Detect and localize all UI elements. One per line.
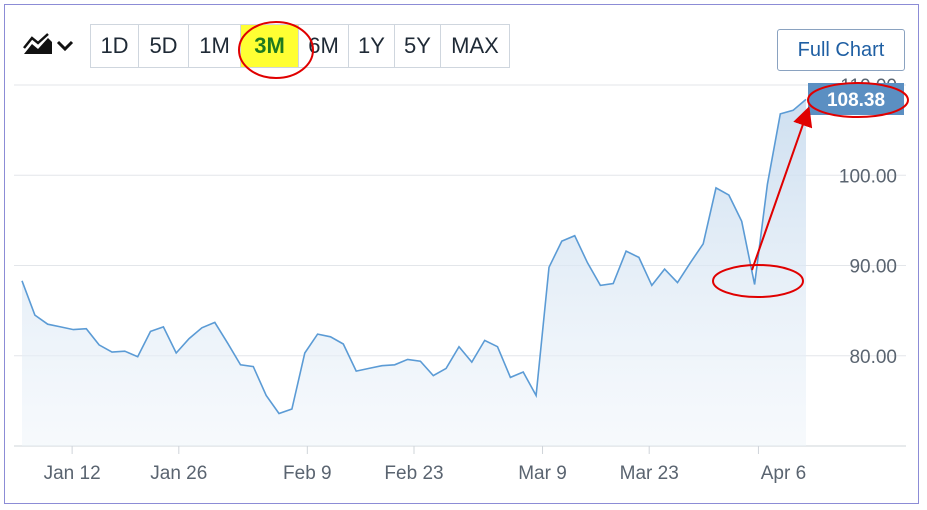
full-chart-button[interactable]: Full Chart (777, 29, 905, 71)
chevron-down-icon (56, 40, 74, 52)
y-axis-ticks: 80.0090.00100.00110.00 (839, 76, 897, 368)
range-button-max[interactable]: MAX (441, 25, 509, 67)
y-tick-label: 90.00 (849, 257, 897, 278)
chart-type-selector[interactable] (22, 32, 78, 60)
x-tick-label: Apr 6 (761, 463, 806, 484)
range-button-1d[interactable]: 1D (91, 25, 139, 67)
range-button-6m[interactable]: 6M (299, 25, 349, 67)
price-area-fill (22, 99, 806, 447)
y-tick-label: 100.00 (839, 166, 897, 187)
x-axis-ticks: Jan 12 Jan 26 Feb 9 Feb 23 Mar 9 Mar 23 Apr 6 (44, 446, 806, 484)
x-tick-label: Feb 23 (384, 463, 443, 484)
range-button-1y[interactable]: 1Y (349, 25, 395, 67)
x-tick-label: Mar 9 (518, 463, 567, 484)
range-button-5y[interactable]: 5Y (395, 25, 441, 67)
x-tick-label: Feb 9 (283, 463, 332, 484)
x-tick-label: Jan 12 (44, 463, 101, 484)
range-button-5d[interactable]: 5D (139, 25, 189, 67)
y-tick-label: 80.00 (849, 347, 897, 368)
last-price-label: 108.38 (827, 90, 885, 111)
range-button-1m[interactable]: 1M (189, 25, 241, 67)
price-chart: 80.0090.00100.00110.00 Jan 12Jan 26Feb 9… (14, 76, 909, 484)
area-chart-icon (23, 33, 74, 54)
x-tick-label: Jan 26 (150, 463, 207, 484)
range-button-3m[interactable]: 3M (241, 25, 299, 67)
range-selector: 1D 5D 1M 3M 6M 1Y 5Y MAX (90, 24, 510, 68)
x-tick-label: Mar 23 (620, 463, 679, 484)
